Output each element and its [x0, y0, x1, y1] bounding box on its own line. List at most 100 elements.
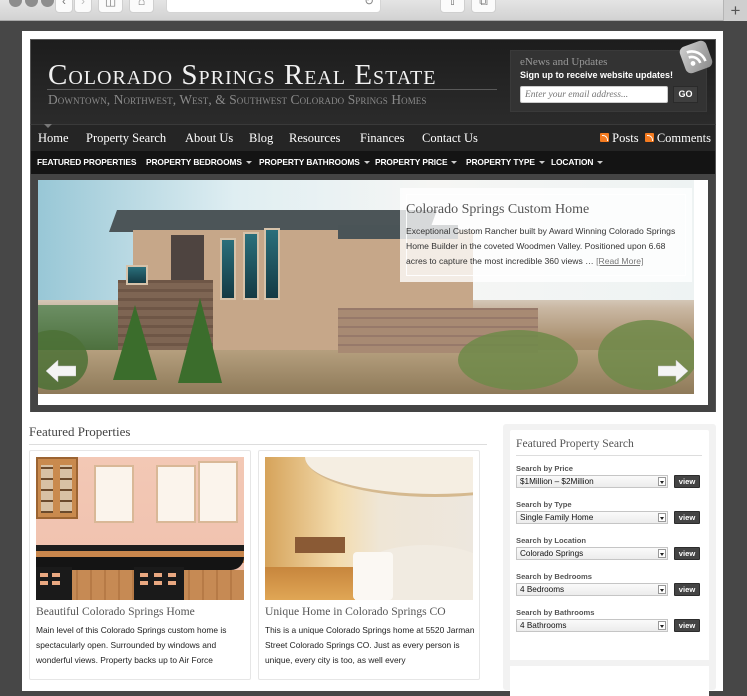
- bathrooms-label: Search by Bathrooms: [516, 608, 595, 617]
- posts-feed-link[interactable]: Posts: [600, 131, 639, 145]
- subnav-label: PROPERTY BEDROOMS: [146, 157, 242, 167]
- nav-item-about-us[interactable]: About Us: [185, 131, 233, 146]
- bathrooms-select[interactable]: 4 Bathrooms: [516, 619, 668, 632]
- site-subtitle: Downtown, Northwest, West, & Southwest C…: [48, 92, 427, 107]
- nav-item-finances[interactable]: Finances: [360, 131, 404, 146]
- bar-stool: [134, 567, 184, 600]
- bedrooms-view-button[interactable]: view: [674, 583, 700, 596]
- chevron-right-icon: ›: [81, 0, 85, 8]
- house-window: [220, 238, 236, 300]
- nav-item-contact-us[interactable]: Contact Us: [422, 131, 478, 146]
- caret-down-icon: [597, 161, 604, 164]
- select-arrow-icon: [658, 585, 666, 594]
- bedrooms-select[interactable]: 4 Bedrooms: [516, 583, 668, 596]
- select-arrow-icon: [658, 621, 666, 630]
- search-panel: Featured Property Search Search by Price…: [510, 430, 709, 662]
- slide-caption: Colorado Springs Custom Home Exceptional…: [400, 188, 692, 282]
- subnav-location[interactable]: LOCATION: [551, 157, 604, 167]
- subnav-label: PROPERTY BATHROOMS: [259, 157, 360, 167]
- rss-feed-icon: [644, 133, 654, 142]
- house-window: [243, 232, 259, 300]
- zoom-window-button[interactable]: [41, 0, 54, 7]
- read-more-link[interactable]: [Read More]: [596, 256, 643, 266]
- property-image-kitchen[interactable]: [36, 457, 244, 600]
- type-view-button[interactable]: view: [674, 511, 700, 524]
- next-sidebar-widget: [503, 660, 716, 696]
- back-button[interactable]: ‹: [55, 0, 73, 13]
- search-by-bedrooms: Search by Bedrooms 4 Bedrooms view: [516, 572, 706, 596]
- email-input[interactable]: [520, 86, 668, 103]
- nav-item-blog[interactable]: Blog: [249, 131, 273, 146]
- type-select[interactable]: Single Family Home: [516, 511, 668, 524]
- new-tab-button[interactable]: +: [723, 0, 747, 21]
- forward-button[interactable]: ›: [74, 0, 92, 13]
- show-tabs-button[interactable]: ⧉: [471, 0, 496, 13]
- price-label: Search by Price: [516, 464, 573, 473]
- search-heading: Featured Property Search: [516, 437, 634, 450]
- home-button[interactable]: ⌂: [129, 0, 154, 13]
- bedrooms-label: Search by Bedrooms: [516, 572, 592, 581]
- site-title[interactable]: Colorado Springs Real Estate: [48, 59, 436, 92]
- feed-links: Posts Comments: [600, 131, 711, 146]
- price-select[interactable]: $1Million – $2Million: [516, 475, 668, 488]
- bathrooms-value: 4 Bathrooms: [520, 621, 567, 630]
- location-select[interactable]: Colorado Springs: [516, 547, 668, 560]
- bar-stool: [36, 567, 72, 600]
- subnav-property-type[interactable]: PROPERTY TYPE: [466, 157, 545, 167]
- go-button[interactable]: GO: [673, 86, 698, 103]
- address-bar[interactable]: ↻: [166, 0, 381, 13]
- property-title[interactable]: Beautiful Colorado Springs Home: [36, 605, 195, 618]
- location-view-button[interactable]: view: [674, 547, 700, 560]
- property-card: Unique Home in Colorado Springs CO This …: [258, 450, 480, 680]
- subnav-property-price[interactable]: PROPERTY PRICE: [375, 157, 458, 167]
- pillar: [353, 552, 393, 600]
- cabinet-glass: [60, 465, 72, 513]
- posts-label: Posts: [612, 131, 639, 145]
- nav-item-home[interactable]: Home: [38, 131, 69, 146]
- minimize-window-button[interactable]: [25, 0, 38, 7]
- featured-properties-heading: Featured Properties: [29, 424, 131, 439]
- comments-label: Comments: [656, 131, 711, 145]
- title-divider: [47, 89, 497, 90]
- enews-widget: eNews and Updates Sign up to receive web…: [510, 50, 707, 112]
- slide-title[interactable]: Colorado Springs Custom Home: [406, 202, 589, 218]
- search-by-price: Search by Price $1Million – $2Million vi…: [516, 464, 706, 488]
- caret-down-icon: [451, 161, 458, 164]
- share-button[interactable]: ⇧: [440, 0, 465, 13]
- subnav-featured-properties[interactable]: FEATURED PROPERTIES: [37, 157, 136, 167]
- price-view-button[interactable]: view: [674, 475, 700, 488]
- next-slide-arrow-icon[interactable]: [658, 360, 688, 382]
- home-icon: ⌂: [137, 0, 146, 8]
- bathrooms-view-button[interactable]: view: [674, 619, 700, 632]
- subnav-label: FEATURED PROPERTIES: [37, 157, 137, 167]
- price-value: $1Million – $2Million: [520, 477, 594, 486]
- kitchen-cabinet: [36, 457, 78, 519]
- property-title[interactable]: Unique Home in Colorado Springs CO: [265, 605, 446, 618]
- subnav-label: LOCATION: [551, 157, 594, 167]
- category-nav: FEATURED PROPERTIES PROPERTY BEDROOMS PR…: [30, 151, 716, 174]
- previous-slide-arrow-icon[interactable]: [46, 360, 76, 382]
- evergreen-tree: [113, 305, 157, 380]
- subnav-property-bedrooms[interactable]: PROPERTY BEDROOMS: [146, 157, 252, 167]
- nav-item-resources[interactable]: Resources: [289, 131, 340, 146]
- subnav-label: PROPERTY PRICE: [375, 157, 448, 167]
- share-icon: ⇧: [447, 0, 458, 8]
- reload-icon[interactable]: ↻: [364, 0, 374, 8]
- kitchen-window: [156, 465, 196, 523]
- active-indicator: [44, 124, 52, 128]
- close-window-button[interactable]: [9, 0, 22, 7]
- main-nav: Home Property Search About Us Blog Resou…: [30, 124, 716, 151]
- heading-divider: [29, 444, 487, 445]
- sidebar-button[interactable]: ◫: [98, 0, 123, 13]
- slide-image[interactable]: Colorado Springs Custom Home Exceptional…: [38, 180, 694, 394]
- nav-item-property-search[interactable]: Property Search: [86, 131, 166, 146]
- subnav-property-bathrooms[interactable]: PROPERTY BATHROOMS: [259, 157, 370, 167]
- site-header: Colorado Springs Real Estate Downtown, N…: [30, 39, 716, 124]
- comments-feed-link[interactable]: Comments: [644, 131, 711, 145]
- enews-description: Sign up to receive website updates!: [520, 70, 674, 80]
- property-image-living[interactable]: [265, 457, 473, 600]
- location-value: Colorado Springs: [520, 549, 584, 558]
- sidebar-icon: ◫: [104, 0, 117, 8]
- next-widget-panel: [510, 666, 709, 696]
- type-label: Search by Type: [516, 500, 572, 509]
